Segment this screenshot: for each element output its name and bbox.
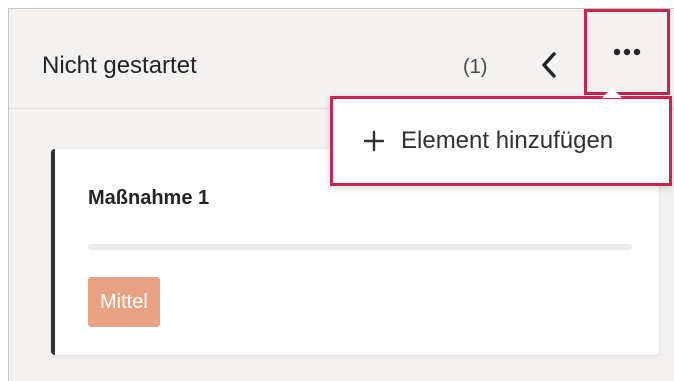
- plus-icon: [363, 130, 385, 152]
- collapse-button[interactable]: [533, 47, 565, 83]
- progress-bar: [88, 244, 632, 250]
- task-title[interactable]: Maßnahme 1: [88, 187, 209, 210]
- chevron-left-icon: [542, 52, 556, 78]
- planner-board: Nicht gestartet (1) Maßnahme 1 Mittel El…: [0, 0, 674, 381]
- menu-caret: [602, 88, 622, 98]
- bucket-header: Nicht gestartet (1): [9, 9, 674, 109]
- bucket-column: Nicht gestartet (1) Maßnahme 1 Mittel: [8, 8, 674, 381]
- context-menu: Element hinzufügen: [330, 96, 672, 186]
- menu-item-add-element[interactable]: Element hinzufügen: [363, 127, 613, 155]
- priority-badge: Mittel: [88, 277, 160, 327]
- task-count: (1): [463, 56, 488, 78]
- bucket-title[interactable]: Nicht gestartet: [42, 52, 197, 80]
- more-options-button[interactable]: [584, 9, 670, 95]
- more-horizontal-icon: [613, 48, 641, 56]
- menu-item-label: Element hinzufügen: [401, 127, 614, 154]
